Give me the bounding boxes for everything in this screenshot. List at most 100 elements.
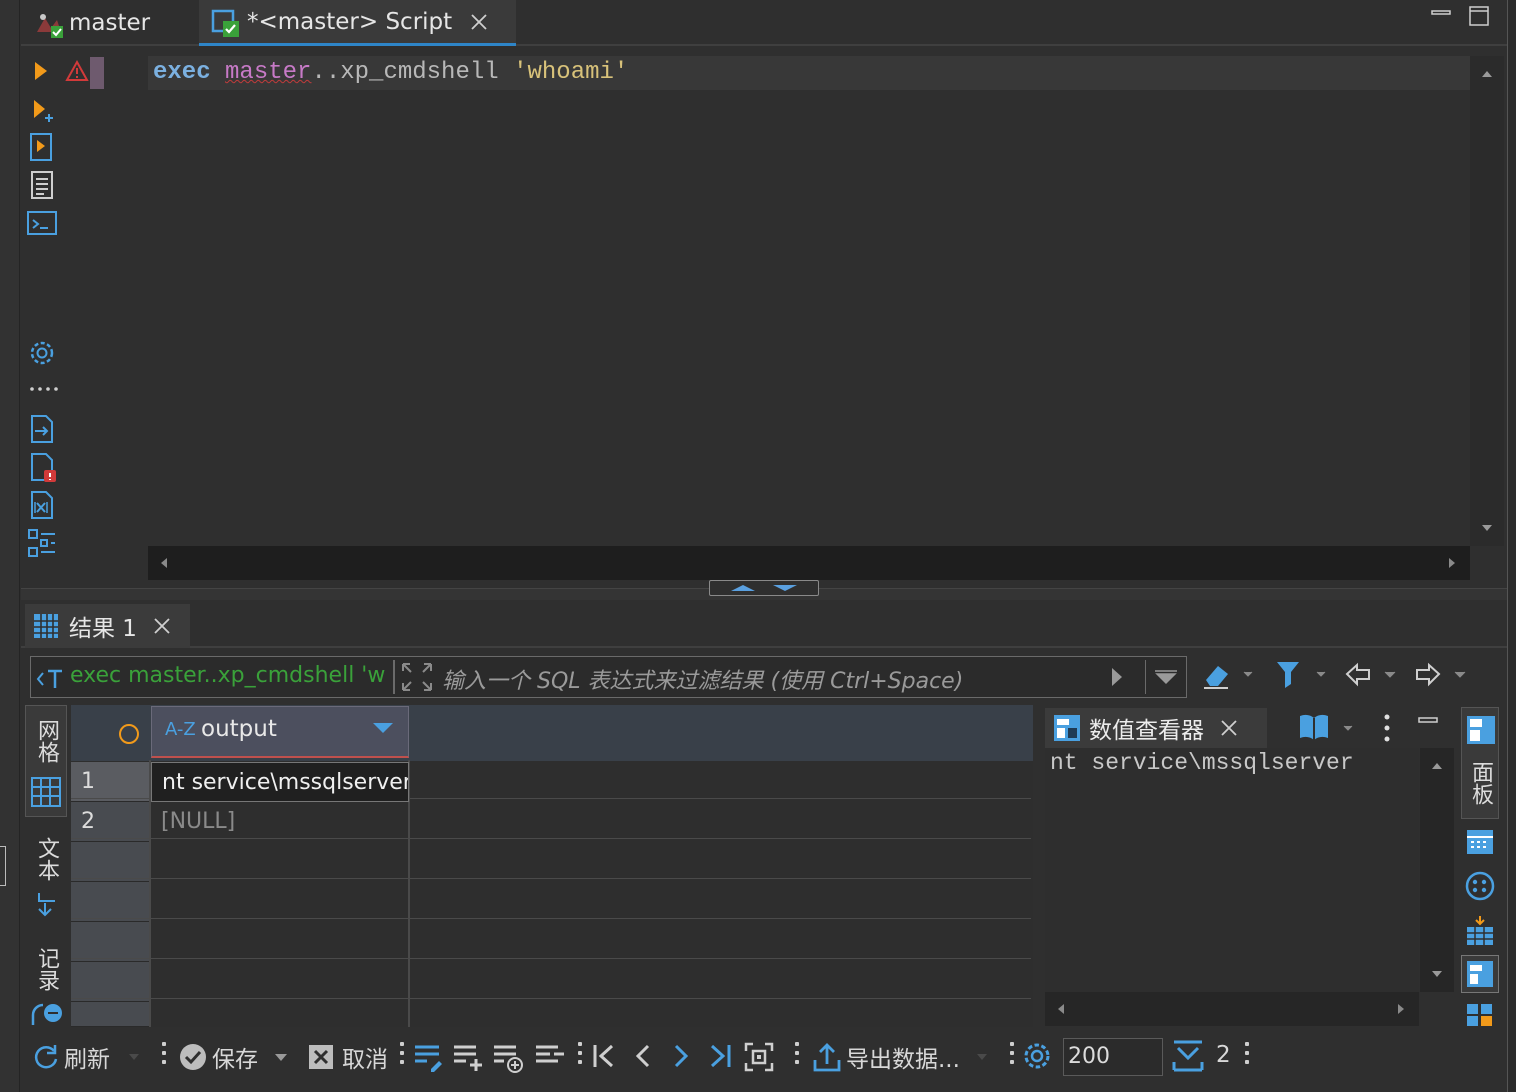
maximize-icon[interactable] xyxy=(1469,6,1489,26)
filter-history-icon[interactable] xyxy=(1154,670,1178,685)
filter-divider xyxy=(1145,660,1146,694)
tab-record-label[interactable]: 记录 xyxy=(25,941,67,997)
panel-icon xyxy=(1466,715,1496,745)
chevron-down-icon[interactable] xyxy=(976,1053,988,1061)
previous-page-icon[interactable] xyxy=(634,1043,652,1069)
close-icon[interactable] xyxy=(470,13,488,31)
console-icon[interactable] xyxy=(27,210,57,236)
scroll-corner xyxy=(1470,546,1504,580)
filter-icon[interactable] xyxy=(1275,660,1331,690)
editor-vertical-scrollbar[interactable] xyxy=(1470,56,1504,546)
calendar-icon[interactable] xyxy=(1466,829,1494,855)
row-count-icon[interactable] xyxy=(1172,1040,1204,1072)
tab-text-label[interactable]: 文本 xyxy=(25,829,67,889)
first-page-icon[interactable] xyxy=(592,1043,616,1069)
row-number[interactable]: 1 xyxy=(71,762,149,802)
settings-icon[interactable] xyxy=(27,338,57,368)
tab-panels-label: 面板 xyxy=(1468,761,1493,805)
variables-icon[interactable] xyxy=(29,490,55,520)
row-number-empty xyxy=(71,962,149,1002)
import-script-icon[interactable] xyxy=(29,414,55,444)
cell-output-selected[interactable]: nt service\mssqlserver xyxy=(151,762,409,802)
fetch-size-input[interactable]: 200 xyxy=(1063,1038,1163,1076)
grid-icon xyxy=(33,613,59,639)
window-left-edge xyxy=(0,0,20,1092)
export-label: 导出数据... xyxy=(846,1047,960,1073)
tab-master[interactable]: master xyxy=(31,0,207,46)
problems-icon[interactable] xyxy=(29,452,59,484)
save-button[interactable]: 保存 xyxy=(178,1040,288,1074)
copy-row-icon[interactable] xyxy=(492,1043,524,1073)
apply-filter-icon[interactable] xyxy=(1110,666,1124,688)
refresh-button[interactable]: 刷新 xyxy=(32,1040,140,1074)
row-number-empty xyxy=(71,882,149,922)
execute-new-tab-icon[interactable] xyxy=(31,98,57,124)
minimize-icon[interactable] xyxy=(1431,6,1451,20)
settings-icon[interactable] xyxy=(1022,1041,1052,1071)
tab-grid-label: 网格 xyxy=(34,719,59,763)
sql-text-icon xyxy=(36,668,66,690)
export-data-button[interactable]: 导出数据... xyxy=(812,1040,988,1074)
minimize-icon[interactable] xyxy=(1418,716,1438,726)
editor-horizontal-scrollbar[interactable] xyxy=(148,546,1470,580)
last-page-icon[interactable] xyxy=(708,1043,732,1069)
fetch-all-icon[interactable] xyxy=(744,1042,774,1072)
value-viewer-icon xyxy=(1053,714,1081,742)
value-viewer-content[interactable]: nt service\mssqlserver xyxy=(1050,750,1354,776)
more-panels-icon[interactable] xyxy=(1466,1003,1494,1027)
next-page-icon[interactable] xyxy=(672,1043,690,1069)
table-import-icon[interactable] xyxy=(1466,915,1494,947)
record-view-icon[interactable] xyxy=(31,1001,63,1025)
viewer-menu-icon[interactable] xyxy=(1384,714,1390,742)
viewer-vertical-scrollbar[interactable] xyxy=(1420,748,1454,992)
select-all-icon[interactable] xyxy=(118,723,140,745)
chevron-down-icon[interactable] xyxy=(274,1053,288,1062)
execute-script-icon[interactable] xyxy=(29,132,55,162)
content-format-icon[interactable] xyxy=(1298,712,1362,742)
export-icon xyxy=(812,1042,842,1072)
sql-code-line[interactable]: exec master..xp_cmdshell 'whoami' xyxy=(153,58,628,88)
palette-icon[interactable] xyxy=(1465,871,1495,901)
sql-string-literal: 'whoami' xyxy=(513,59,629,86)
add-row-icon[interactable] xyxy=(452,1043,484,1071)
more-icon[interactable] xyxy=(29,386,59,392)
viewer-horizontal-scrollbar[interactable] xyxy=(1045,992,1419,1026)
delete-row-icon[interactable] xyxy=(534,1043,566,1071)
panels-side-bar: 面板 xyxy=(1458,705,1506,1027)
row-number-empty xyxy=(71,922,149,962)
close-icon[interactable] xyxy=(1220,719,1238,737)
editor-side-toolbar xyxy=(21,48,67,588)
sort-dropdown-icon[interactable] xyxy=(372,722,394,734)
edit-row-icon[interactable] xyxy=(413,1043,443,1072)
results-tab-label: 结果 1 xyxy=(69,616,137,642)
tab-script[interactable]: *<master> Script xyxy=(199,0,516,46)
expand-filter-icon[interactable] xyxy=(401,662,433,692)
tab-label: *<master> Script xyxy=(247,8,453,35)
sash-handle[interactable] xyxy=(0,846,6,886)
value-viewer-title: 数值查看器 xyxy=(1089,718,1204,744)
grid-line xyxy=(71,958,1031,959)
cancel-button[interactable]: 取消 xyxy=(308,1040,388,1074)
close-icon[interactable] xyxy=(153,617,171,635)
row-number[interactable]: 2 xyxy=(71,802,149,842)
grid-line xyxy=(71,878,1031,879)
splitter-toggle[interactable] xyxy=(709,580,819,596)
code-area[interactable] xyxy=(148,56,1470,546)
tab-value-viewer[interactable]: 数值查看器 xyxy=(1045,708,1267,748)
execute-statement-icon[interactable] xyxy=(33,60,49,82)
chevron-down-icon[interactable] xyxy=(128,1053,140,1061)
tab-results-1[interactable]: 结果 1 xyxy=(25,604,190,648)
outline-icon[interactable] xyxy=(27,528,57,558)
refresh-icon xyxy=(32,1043,60,1071)
cancel-label: 取消 xyxy=(342,1047,388,1073)
row-number-empty xyxy=(71,842,149,882)
explain-plan-icon[interactable] xyxy=(29,170,55,200)
text-view-icon[interactable] xyxy=(35,891,61,919)
back-arrow-icon[interactable] xyxy=(1345,662,1401,688)
database-connection-icon xyxy=(31,6,65,40)
cell-output-null[interactable]: [NULL] xyxy=(151,802,409,842)
value-viewer-body[interactable] xyxy=(1045,748,1419,992)
forward-arrow-icon[interactable] xyxy=(1415,662,1471,688)
toolbar-separator xyxy=(578,1042,582,1072)
eraser-icon[interactable] xyxy=(1202,660,1253,690)
